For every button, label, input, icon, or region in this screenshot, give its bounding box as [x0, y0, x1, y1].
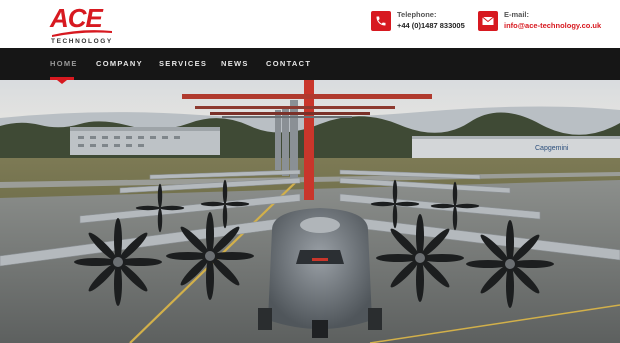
phone-icon	[371, 11, 391, 31]
nav-contact[interactable]: CONTACT	[266, 48, 311, 80]
logo-tagline: TECHNOLOGY	[51, 38, 113, 45]
email-link[interactable]: info@ace-technology.co.uk	[504, 22, 601, 30]
envelope-icon	[478, 11, 498, 31]
active-nav-caret	[57, 80, 67, 84]
phone-number-link[interactable]: +44 (0)1487 833005	[397, 22, 465, 30]
building-sign: Capgemini	[535, 145, 569, 152]
main-nav: HOME COMPANY SERVICES NEWS CONTACT	[0, 48, 620, 80]
nav-home[interactable]: HOME	[50, 48, 78, 80]
hero-aircraft-image: Capgemini	[0, 80, 620, 343]
site-header: ACE TECHNOLOGY Telephone: +44 (0)1487 83…	[0, 0, 620, 48]
hero-banner: Capgemini	[0, 80, 620, 343]
logo-swoosh-icon	[52, 30, 112, 37]
ace-technology-logo[interactable]: ACE TECHNOLOGY	[50, 5, 114, 45]
nav-company[interactable]: COMPANY	[96, 48, 143, 80]
phone-label: Telephone:	[397, 10, 437, 19]
email-label: E-mail:	[504, 10, 530, 19]
nav-services[interactable]: SERVICES	[159, 48, 207, 80]
nav-news[interactable]: NEWS	[221, 48, 249, 80]
